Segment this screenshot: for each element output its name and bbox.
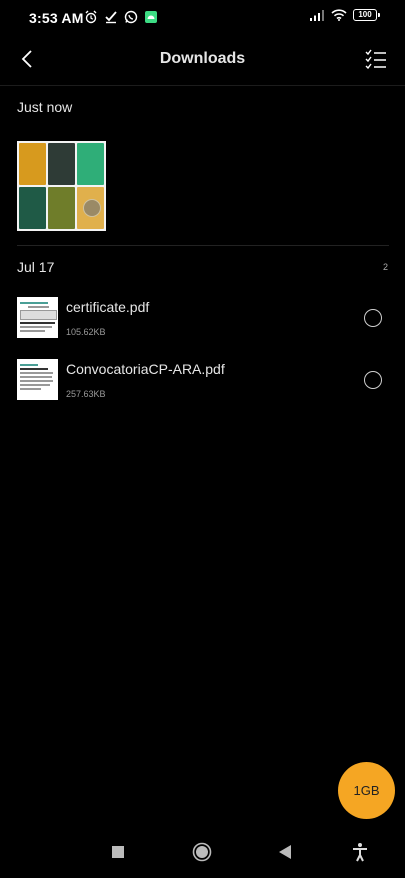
nav-back-button[interactable] [271, 838, 299, 866]
recents-button[interactable] [104, 838, 132, 866]
select-radio[interactable] [364, 371, 382, 389]
check-icon [105, 11, 117, 24]
navigation-bar [0, 824, 405, 878]
pdf-thumbnail [17, 359, 58, 400]
file-name: ConvocatoriaCP-ARA.pdf [66, 361, 225, 377]
file-name: certificate.pdf [66, 299, 150, 315]
select-radio[interactable] [364, 309, 382, 327]
thumbnail-tile [77, 187, 104, 229]
back-icon [279, 845, 291, 859]
file-size: 257.63KB [66, 389, 106, 399]
status-time: 3:53 AM [29, 10, 84, 26]
toolbar-divider [0, 85, 405, 86]
file-row[interactable]: ConvocatoriaCP-ARA.pdf 257.63KB [0, 359, 405, 415]
section-count: 2 [382, 262, 388, 272]
alarm-icon [85, 10, 97, 24]
section-title-just-now: Just now [17, 99, 73, 115]
thumbnail-tile [77, 143, 104, 185]
recents-icon [112, 846, 124, 858]
accessibility-icon [353, 843, 367, 862]
status-bar: 3:53 AM 100 [0, 0, 405, 36]
battery-level: 100 [358, 10, 372, 19]
thumbnail-swatch-circle [83, 199, 101, 217]
pdf-thumbnail [17, 297, 58, 338]
signal-icon [310, 10, 324, 21]
system-icons: 100 [309, 9, 380, 21]
android-icon [145, 11, 157, 23]
file-size: 105.62KB [66, 327, 106, 337]
thumbnail-tile [19, 143, 46, 185]
whatsapp-icon [124, 10, 138, 24]
thumbnail-tile [48, 143, 75, 185]
notification-icons [84, 10, 158, 24]
file-row[interactable]: certificate.pdf 105.62KB [0, 297, 405, 353]
storage-fab-button[interactable]: 1GB [338, 762, 395, 819]
top-toolbar: Downloads [0, 36, 405, 82]
home-button[interactable] [188, 838, 216, 866]
section-title-jul-17: Jul 17 [17, 259, 55, 275]
battery-icon: 100 [353, 9, 380, 21]
page-title: Downloads [159, 50, 246, 67]
select-mode-button[interactable] [363, 46, 389, 72]
checklist-icon [365, 49, 386, 69]
home-icon [192, 842, 212, 862]
wifi-icon [331, 9, 347, 21]
thumbnail-tile [19, 187, 46, 229]
thumbnail-tile [48, 187, 75, 229]
section-divider [17, 245, 389, 246]
image-thumbnail[interactable] [17, 141, 106, 231]
accessibility-button[interactable] [346, 838, 374, 866]
